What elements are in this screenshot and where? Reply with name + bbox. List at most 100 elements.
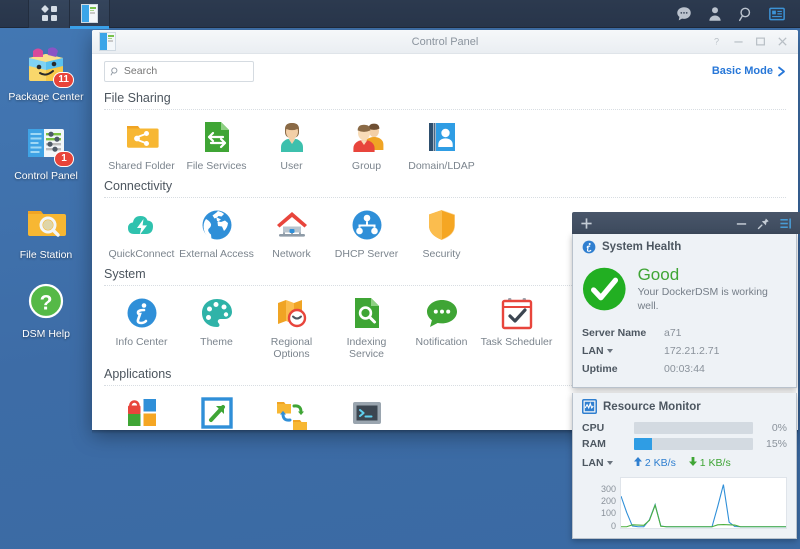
user-icon [280,123,303,152]
lan-throughput: 2 KB/s 1 KB/s [634,457,731,469]
main-menu-button[interactable] [28,0,70,28]
tile-task-scheduler[interactable]: Task Scheduler [479,295,554,360]
tile-info-center[interactable]: Info Center [104,295,179,360]
minimize-button[interactable] [733,36,744,47]
status-badge: Good [637,265,680,284]
quickconnect-icon [127,216,153,235]
tile-indexing-service[interactable]: Indexing Service [329,295,404,360]
upload-value: 2 KB/s [644,457,676,469]
window-titlebar[interactable]: Control Panel ? [92,30,798,54]
desktop-icon-file-station[interactable]: File Station [0,194,92,265]
tile-label: Group [351,160,382,172]
tile-theme[interactable]: Theme [179,295,254,360]
desktop-icon-control-panel[interactable]: 1 Control Panel [0,115,92,186]
lan-row[interactable]: LAN 2 KB/s 1 KB/s [582,452,787,471]
tile-label: Indexing Service [346,336,387,360]
cpu-label: CPU [582,422,605,434]
svg-text:?: ? [40,292,53,315]
cpu-bar [634,422,753,434]
page-title: Control Panel [411,35,479,48]
package-center-badge: 11 [53,72,74,88]
system-health-row-lan[interactable]: LAN 172.21.2.71 [582,342,787,360]
system-health-row-server-name: Server Name a71 [582,324,787,342]
tile-privileges[interactable]: Privileges [104,395,179,430]
row-key: LAN [582,345,664,357]
tile-label: Domain/LDAP [408,160,475,172]
tile-label: Notification [415,336,468,348]
ram-row: RAM 15% [582,436,787,452]
chart-y-tick: 200 [600,496,616,507]
control-panel-toolbar: Basic Mode [92,54,798,88]
resource-monitor-widget: Resource Monitor CPU 0% RAM 15% LAN 2 KB… [572,393,797,539]
tile-label: File Services [186,160,247,172]
add-widget-button[interactable] [580,217,593,230]
maximize-button[interactable] [755,36,766,47]
close-button[interactable] [777,36,788,47]
task-scheduler-icon [501,298,532,330]
dhcp-server-icon [352,210,381,240]
tile-dhcp-server[interactable]: DHCP Server [329,207,404,260]
taskbar-item-control-panel[interactable] [70,0,110,29]
download-rate: 1 KB/s [688,457,731,469]
dock-widgets-button[interactable] [779,217,792,230]
row-value: 172.21.2.71 [664,345,720,357]
tile-shared-folder-sync[interactable]: Shared Folder Sync [254,395,329,430]
package-center-icon: 11 [24,42,74,88]
tile-regional-options[interactable]: Regional Options [254,295,329,360]
tile-terminal-snmp[interactable]: Terminal & SNMP [329,395,404,430]
domain-ldap-icon [428,123,455,151]
shared-folder-sync-icon [276,402,307,430]
security-icon [428,209,456,241]
tile-label: DHCP Server [334,248,399,260]
main-menu-grid-icon [40,4,57,21]
tile-label: Shared Folder [108,160,175,172]
tile-quickconnect[interactable]: QuickConnect [104,207,179,260]
tile-file-services[interactable]: File Services [179,119,254,172]
info-center-icon [582,240,596,254]
download-value: 1 KB/s [699,457,731,469]
search-input[interactable] [123,65,248,77]
svg-text:?: ? [714,37,719,47]
tile-group[interactable]: Group [329,119,404,172]
row-key: Server Name [582,327,647,339]
resource-monitor-icon [582,399,597,414]
search-icon[interactable] [737,5,755,23]
privileges-icon [127,399,156,426]
tile-user[interactable]: User [254,119,329,172]
section-title: Connectivity [104,179,173,193]
tile-label: Info Center [115,336,168,348]
desktop-icon-dsm-help[interactable]: ? DSM Help [0,273,92,344]
tile-notification[interactable]: Notification [404,295,479,360]
chevron-down-icon[interactable] [606,349,613,354]
tile-label: Regional Options [270,336,313,360]
system-health-status-block: Good Your DockerDSM is working well. [582,260,787,324]
tile-domain-ldap[interactable]: Domain/LDAP [404,119,479,172]
basic-mode-toggle[interactable]: Basic Mode [712,65,786,77]
tile-security[interactable]: Security [404,207,479,260]
tile-label: Theme [200,336,233,348]
chevron-down-icon[interactable] [606,461,613,466]
search-box[interactable] [104,60,254,82]
theme-icon [201,299,232,327]
user-options-icon[interactable] [706,5,724,23]
help-button[interactable]: ? [711,36,722,47]
chart-y-tick: 300 [600,484,616,495]
upload-rate: 2 KB/s [634,457,676,469]
system-health-title: System Health [602,241,682,253]
widget-panel: System Health Good Your DockerDSM is wor… [572,212,800,544]
cpu-value: 0% [771,422,787,434]
chart-plot-area [620,477,787,529]
widgets-icon[interactable] [768,5,786,23]
notifications-icon[interactable] [675,5,693,23]
row-key: Uptime [582,363,618,375]
tile-application-portal[interactable]: Application Portal [179,395,254,430]
row-value: 00:03:44 [664,363,705,375]
tile-shared-folder[interactable]: Shared Folder [104,119,179,172]
desktop-icon-package-center[interactable]: 11 Package Center [0,36,92,107]
tile-external-access[interactable]: External Access [179,207,254,260]
chart-y-tick: 100 [600,508,616,519]
tile-network[interactable]: Network [254,207,329,260]
ram-bar [634,438,753,450]
pin-widgets-button[interactable] [757,217,770,230]
minimize-widgets-button[interactable] [735,217,748,230]
